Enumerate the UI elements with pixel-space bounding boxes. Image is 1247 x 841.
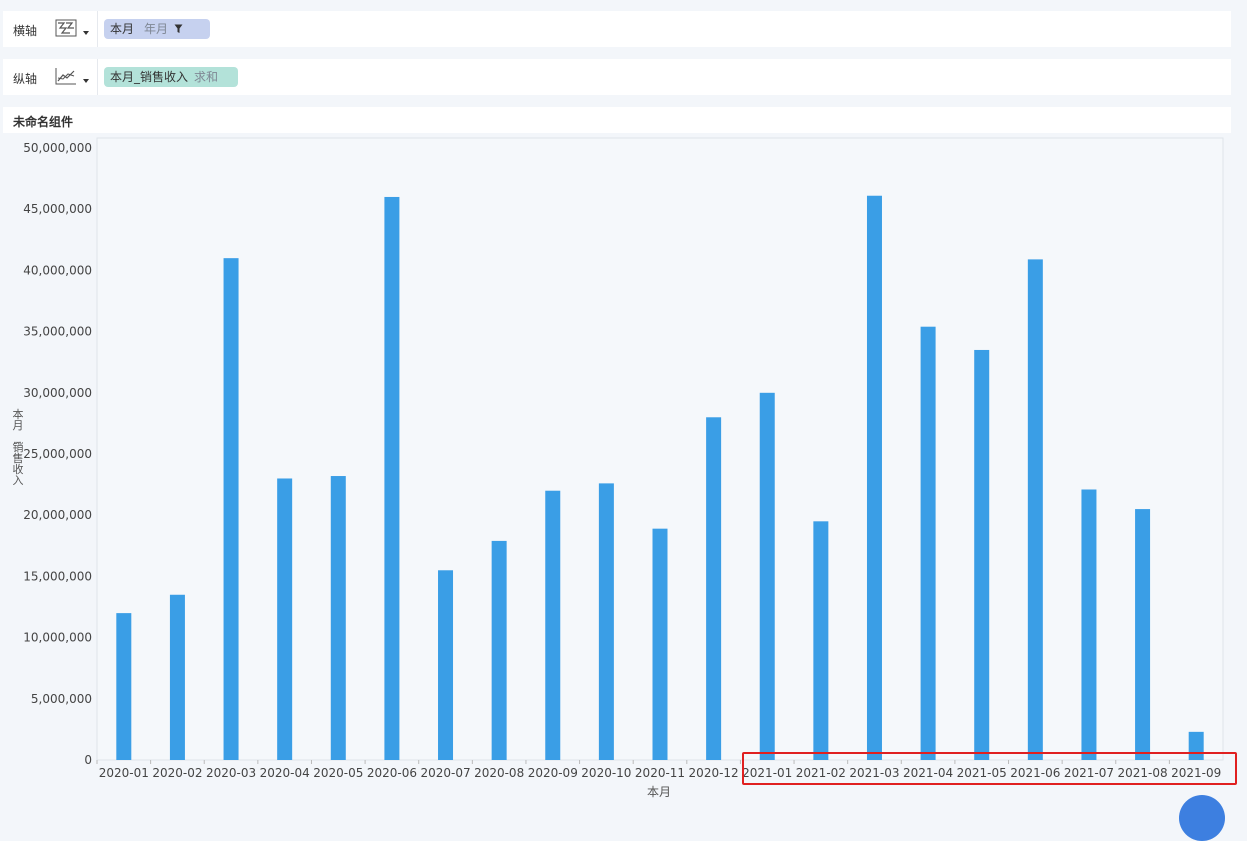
- y-tick-label: 30,000,000: [23, 386, 92, 400]
- bar[interactable]: [974, 349, 990, 760]
- x-tick-label: 2020-07: [420, 766, 470, 780]
- x-field-modifier: 年月: [144, 22, 169, 36]
- bar[interactable]: [813, 521, 829, 760]
- x-tick-label: 2020-11: [635, 766, 685, 780]
- x-tick-label: 2020-10: [581, 766, 631, 780]
- chevron-down-icon: [83, 79, 89, 83]
- chart-type-icon: [55, 19, 77, 37]
- bar-chart: 0 5,000,000 10,000,000 15,000,000 20,000,000…: [13, 137, 1224, 799]
- x-tick-label: 2021-06: [1010, 766, 1060, 780]
- x-tick-label: 2021-02: [796, 766, 846, 780]
- x-field-name: 本月: [110, 22, 135, 36]
- bar[interactable]: [920, 326, 936, 760]
- x-axis-field-pill[interactable]: 本月 年月: [104, 19, 210, 39]
- bar[interactable]: [545, 490, 561, 760]
- bar[interactable]: [652, 528, 668, 760]
- bar[interactable]: [384, 196, 400, 761]
- chevron-down-icon: [83, 31, 89, 35]
- bar[interactable]: [759, 392, 775, 760]
- x-tick-label: 2020-03: [206, 766, 256, 780]
- divider: [97, 11, 98, 47]
- x-tick-label: 2021-01: [742, 766, 792, 780]
- x-axis-row: 横轴 本月 年月: [3, 11, 1231, 47]
- x-tick-label: 2020-05: [313, 766, 363, 780]
- y-tick-label: 5,000,000: [31, 692, 92, 706]
- x-tick-label: 2021-08: [1118, 766, 1168, 780]
- filter-icon[interactable]: [174, 20, 183, 40]
- bar[interactable]: [866, 195, 882, 761]
- bar[interactable]: [1027, 259, 1043, 760]
- x-axis-title: 本月: [647, 785, 671, 799]
- component-title: 未命名组件: [13, 115, 74, 129]
- bar[interactable]: [1081, 489, 1097, 760]
- x-axis-label: 横轴: [13, 24, 38, 38]
- line-chart-type-icon: [55, 68, 76, 85]
- x-tick-label: 2020-04: [260, 766, 310, 780]
- bar[interactable]: [169, 594, 185, 760]
- chart-area: 0 5,000,000 10,000,000 15,000,000 20,000,000…: [0, 133, 1247, 806]
- x-tick-label: 2020-08: [474, 766, 524, 780]
- y-field-modifier: 求和: [194, 70, 219, 84]
- x-tick-label: 2020-09: [528, 766, 578, 780]
- y-tick-label: 50,000,000: [23, 141, 92, 155]
- bar[interactable]: [706, 417, 722, 760]
- y-field-name: 本月_销售收入: [110, 70, 189, 84]
- x-tick-label: 2020-01: [99, 766, 149, 780]
- y-axis-row: 纵轴 本月_销售收入 求和: [3, 59, 1231, 95]
- x-tick-label: 2020-02: [152, 766, 202, 780]
- y-axis-type-button[interactable]: [55, 65, 91, 89]
- bar[interactable]: [598, 483, 614, 760]
- bar[interactable]: [277, 478, 293, 760]
- y-tick-label: 45,000,000: [23, 202, 92, 216]
- y-tick-label: 15,000,000: [23, 569, 92, 583]
- y-axis-field-pill[interactable]: 本月_销售收入 求和: [104, 67, 238, 87]
- x-tick-label: 2020-12: [689, 766, 739, 780]
- y-tick-label: 20,000,000: [23, 508, 92, 522]
- bar[interactable]: [223, 258, 239, 760]
- x-tick-label: 2021-03: [849, 766, 899, 780]
- divider: [97, 59, 98, 95]
- x-axis-type-button[interactable]: [55, 17, 91, 41]
- floating-action-button[interactable]: [1179, 795, 1225, 841]
- x-tick-label: 2021-07: [1064, 766, 1114, 780]
- y-tick-label: 25,000,000: [23, 447, 92, 461]
- x-tick-label: 2021-05: [957, 766, 1007, 780]
- bar[interactable]: [330, 476, 346, 760]
- x-tick-label: 2021-09: [1171, 766, 1221, 780]
- y-axis-label: 纵轴: [13, 72, 38, 86]
- y-axis-title-char: 入: [13, 474, 24, 487]
- x-tick-label: 2021-04: [903, 766, 953, 780]
- bar[interactable]: [1135, 509, 1151, 760]
- y-tick-label: 0: [84, 753, 92, 767]
- x-tick-label: 2020-06: [367, 766, 417, 780]
- bar[interactable]: [116, 613, 132, 760]
- bar[interactable]: [1188, 731, 1204, 760]
- bar[interactable]: [491, 540, 507, 760]
- y-tick-label: 35,000,000: [23, 325, 92, 339]
- y-tick-label: 10,000,000: [23, 631, 92, 645]
- y-tick-label: 40,000,000: [23, 263, 92, 277]
- bar[interactable]: [438, 570, 454, 760]
- component-title-bar: 未命名组件: [3, 107, 1231, 133]
